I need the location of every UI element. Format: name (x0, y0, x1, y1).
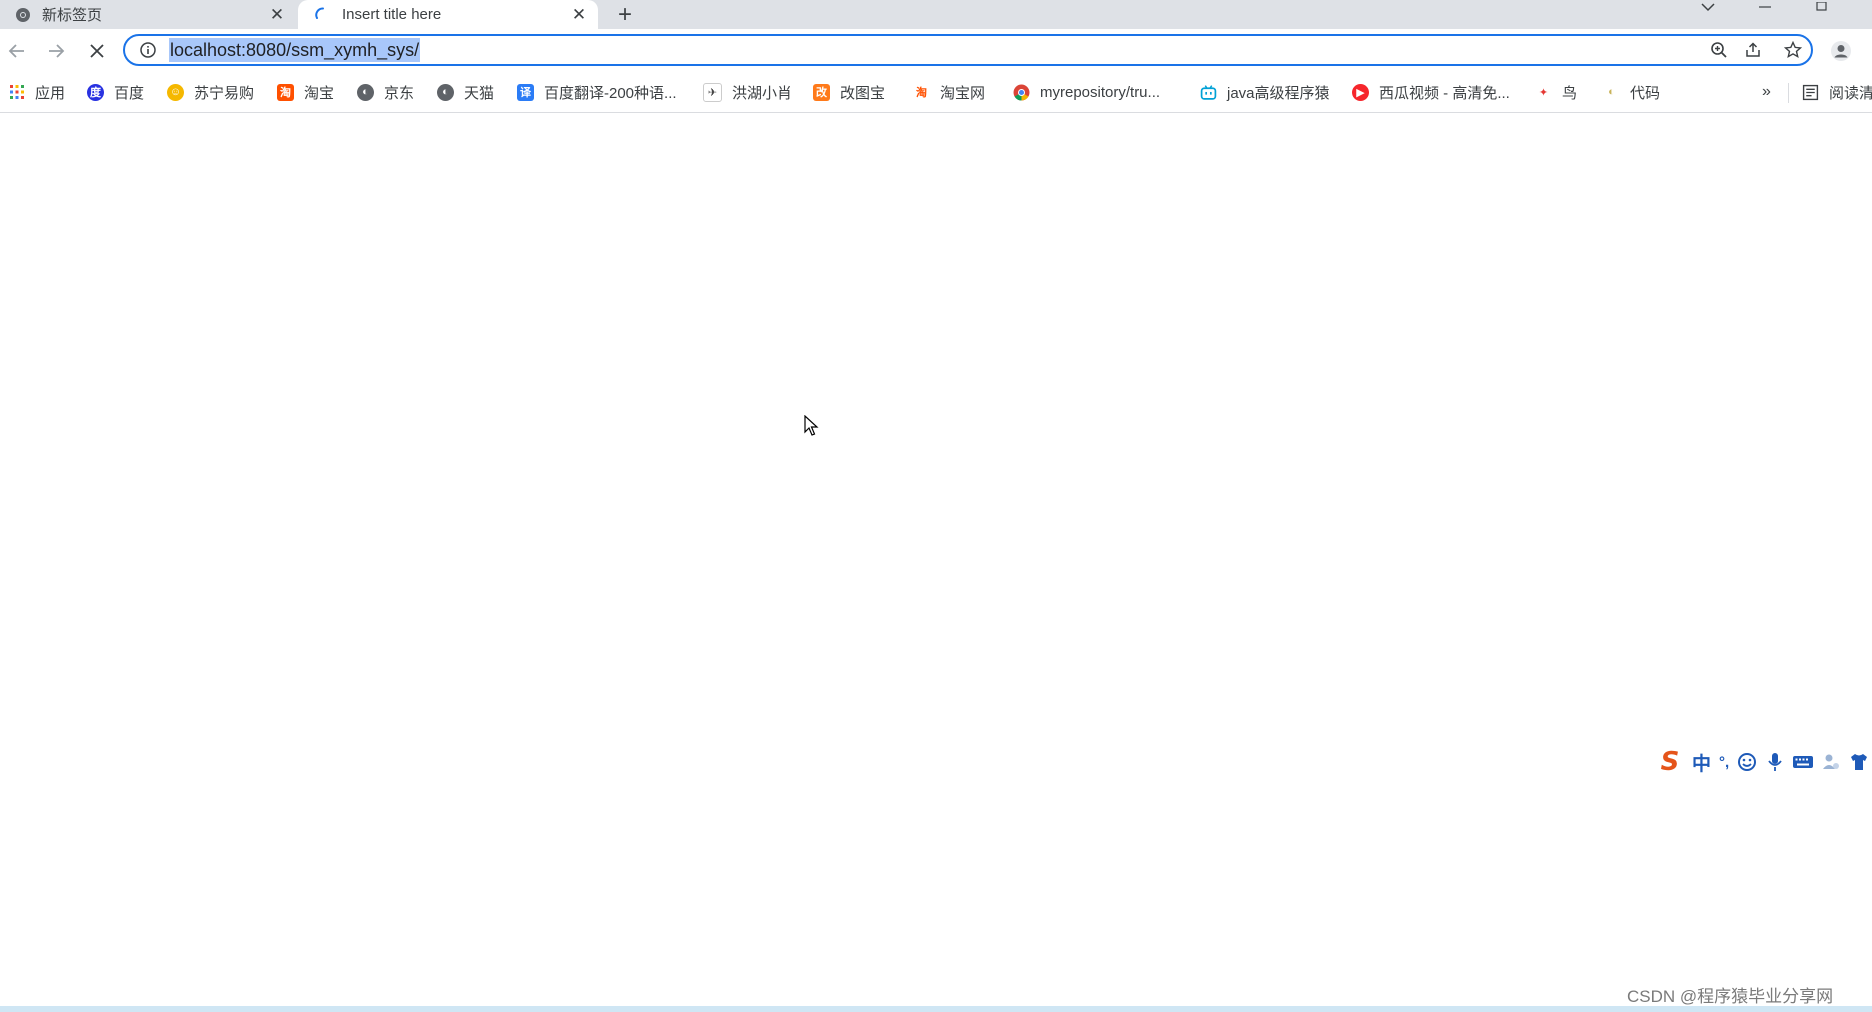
bookmark-gaitubao[interactable]: 改 改图宝 (813, 73, 885, 111)
bookmark-label: 淘宝网 (940, 84, 986, 102)
ime-toolbar[interactable]: S 中 °, (1652, 744, 1872, 780)
loading-spinner-icon (314, 6, 332, 24)
bookmark-label: 百度翻译-200种语... (544, 84, 677, 102)
apps-grid-icon (8, 84, 25, 101)
bird-icon: ✦ (1535, 83, 1552, 101)
bookmark-suning[interactable]: ☺ 苏宁易购 (167, 73, 254, 111)
bookmark-label: 淘宝 (304, 84, 335, 102)
bookmark-label: 天猫 (464, 84, 495, 102)
bookmark-baidu-translate[interactable]: 译 百度翻译-200种语... (517, 73, 677, 111)
tab-new-tab-page[interactable]: 新标签页 ✕ (0, 0, 296, 29)
bookmark-label: 百度 (114, 84, 145, 102)
close-icon (90, 44, 104, 58)
bookmark-tmall[interactable]: ◐ 天猫 (437, 73, 494, 111)
bookmark-bird[interactable]: ✦ 鸟 (1535, 73, 1577, 111)
omnibox-actions (1705, 36, 1813, 64)
minimize-icon[interactable] (1745, 0, 1785, 14)
bookmark-apps[interactable]: 应用 (8, 73, 65, 111)
taobao-icon: 淘 (277, 83, 294, 101)
bilibili-icon (1200, 83, 1217, 101)
keyboard-icon[interactable] (1792, 751, 1814, 773)
close-tab-icon[interactable]: ✕ (568, 4, 590, 26)
stop-loading-button[interactable] (82, 36, 112, 66)
globe-icon: ◐ (357, 83, 374, 101)
reading-list-icon (1802, 84, 1819, 101)
bookmark-label: myrepository/tru... (1040, 83, 1161, 101)
bookmark-label: 鸟 (1562, 84, 1578, 102)
bookmark-taobao[interactable]: 淘 淘宝 (277, 73, 334, 111)
url-text[interactable]: localhost:8080/ssm_xymh_sys/ (169, 38, 421, 62)
back-arrow-icon (8, 44, 24, 58)
bookmark-label: 改图宝 (840, 84, 886, 102)
code-icon: ◐ (1603, 83, 1620, 101)
bookmark-xigua[interactable]: ▶ 西瓜视频 - 高清免... (1352, 73, 1510, 111)
new-tab-button[interactable]: + (612, 0, 638, 29)
avatar-icon (1831, 41, 1851, 61)
forward-arrow-icon (49, 44, 65, 58)
bookmark-label: java高级程序猿 (1227, 84, 1330, 102)
emoji-icon[interactable] (1736, 751, 1758, 773)
tab-search-icon[interactable] (1688, 0, 1728, 14)
bookmark-code[interactable]: ◐ 代码 (1603, 73, 1660, 111)
bookmarks-bar: 应用 度 百度 ☺ 苏宁易购 淘 淘宝 ◐ 京东 ◐ 天猫 译 百度翻译-200… (0, 73, 1872, 113)
ime-punctuation-label[interactable]: °, (1719, 754, 1729, 771)
forward-button[interactable] (41, 36, 71, 66)
bookmark-star-icon[interactable] (1773, 41, 1813, 59)
back-button[interactable] (2, 36, 32, 66)
zoom-icon[interactable] (1705, 41, 1733, 59)
tab-title: Insert title here (342, 6, 442, 23)
share-icon[interactable] (1733, 41, 1773, 59)
baidu-paw-icon: 度 (87, 83, 104, 101)
bookmark-label: 苏宁易购 (194, 84, 255, 102)
profile-avatar[interactable] (1827, 37, 1855, 65)
bookmarks-overflow-button[interactable]: » (1762, 73, 1771, 111)
close-tab-icon[interactable]: ✕ (266, 4, 288, 26)
bookmark-label: 代码 (1630, 84, 1661, 102)
microphone-icon[interactable] (1764, 751, 1786, 773)
bird-icon: ✈ (703, 82, 722, 102)
xigua-icon: ▶ (1352, 83, 1369, 101)
bookmark-baidu[interactable]: 度 百度 (87, 73, 144, 111)
chrome-icon (1013, 84, 1030, 101)
ime-mode-label[interactable]: 中 (1692, 749, 1711, 776)
tab-insert-title[interactable]: Insert title here ✕ (298, 0, 598, 29)
bookmark-myrepository[interactable]: myrepository/tru... (1013, 73, 1160, 111)
chrome-icon (14, 6, 32, 24)
translate-icon: 译 (517, 83, 534, 101)
toolbar: localhost:8080/ssm_xymh_sys/ (0, 29, 1872, 73)
mouse-cursor-icon (804, 414, 820, 442)
skin-shirt-icon[interactable] (1848, 751, 1870, 773)
bookmark-java[interactable]: java高级程序猿 (1200, 73, 1330, 111)
bookmark-label: 京东 (384, 84, 415, 102)
tab-strip: 新标签页 ✕ Insert title here ✕ + (0, 0, 1872, 29)
suning-icon: ☺ (167, 83, 184, 101)
reading-list-button[interactable]: 阅读清 (1802, 73, 1872, 111)
taobao-icon: 淘 (913, 83, 930, 101)
gaitubao-icon: 改 (813, 83, 830, 101)
address-bar[interactable]: localhost:8080/ssm_xymh_sys/ (123, 34, 1813, 66)
bookmark-label: 阅读清 (1829, 84, 1872, 102)
bookmark-jd[interactable]: ◐ 京东 (357, 73, 414, 111)
restore-window-icon[interactable] (1802, 0, 1842, 14)
bookmark-taobaowang[interactable]: 淘 淘宝网 (913, 73, 985, 111)
bookmark-label: 洪湖小肖 (732, 84, 793, 102)
bookmarks-divider (1788, 83, 1789, 103)
taskbar-edge (0, 1006, 1872, 1012)
user-settings-icon[interactable] (1820, 751, 1842, 773)
globe-icon: ◐ (437, 83, 454, 101)
bookmark-honghu[interactable]: ✈ 洪湖小肖 (703, 73, 792, 111)
tab-title: 新标签页 (42, 7, 103, 24)
watermark-text: CSDN @程序猿毕业分享网 (1627, 987, 1834, 1006)
site-info-icon[interactable] (137, 39, 159, 61)
bookmark-label: 应用 (35, 84, 66, 102)
bookmark-label: 西瓜视频 - 高清免... (1379, 84, 1510, 102)
sogou-logo-icon: S (1660, 747, 1680, 777)
